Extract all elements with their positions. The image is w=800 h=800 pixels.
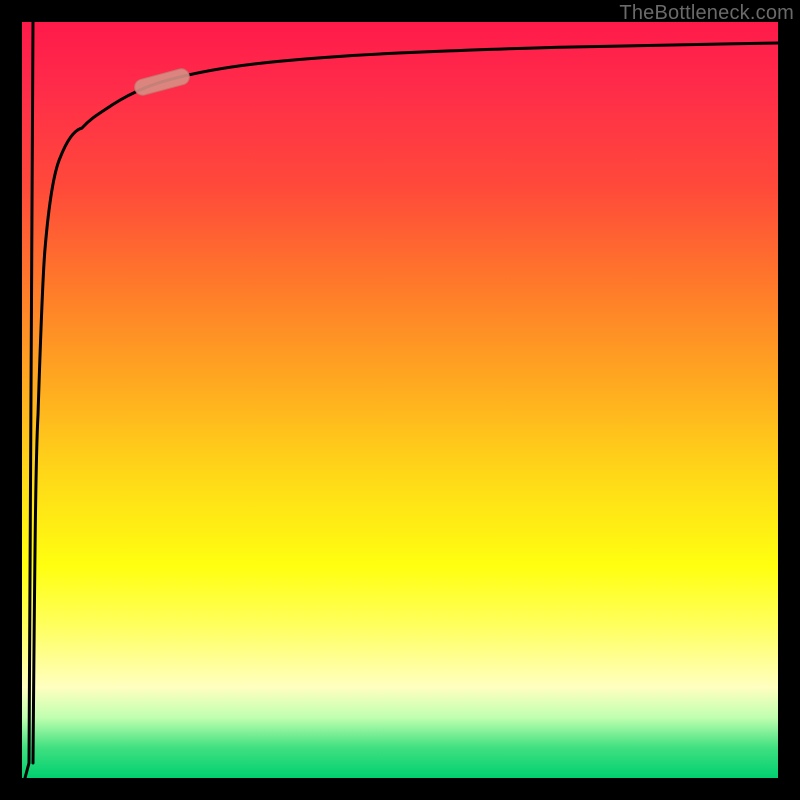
plot-gradient-background: [22, 22, 778, 778]
chart-frame: TheBottleneck.com: [0, 0, 800, 800]
watermark-text: TheBottleneck.com: [619, 2, 794, 25]
